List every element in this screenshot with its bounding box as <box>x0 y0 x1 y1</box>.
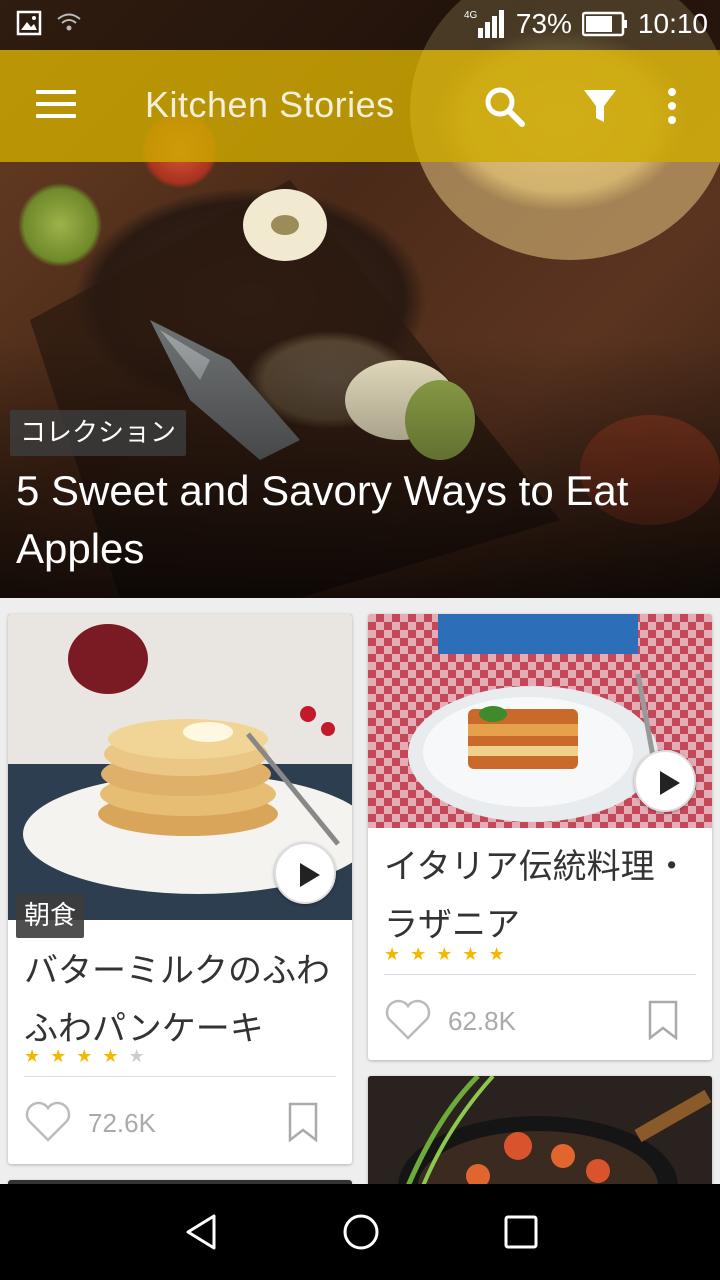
network-type: 4G <box>464 10 478 21</box>
recipe-card[interactable]: 朝食 バターミルクのふわふわパンケーキ ★★★★★ 72.6K <box>8 614 352 1164</box>
rating-stars: ★★★★★ <box>24 1046 155 1067</box>
category-badge: 朝食 <box>16 894 85 938</box>
divider <box>24 1076 336 1077</box>
collection-badge: コレクション <box>10 410 187 456</box>
more-vert-icon[interactable] <box>648 82 696 130</box>
heart-icon[interactable] <box>24 1100 72 1142</box>
status-bar: 4G 73% 10:10 <box>0 0 720 50</box>
recipe-photo <box>368 1076 712 1186</box>
recipe-card[interactable]: イタリア伝統料理・ラザニア ★★★★★ 62.8K <box>368 614 712 1060</box>
recipe-card[interactable] <box>368 1076 712 1186</box>
battery-icon <box>581 11 627 37</box>
divider <box>384 974 696 975</box>
clock: 10:10 <box>637 8 708 39</box>
bookmark-icon[interactable] <box>288 1102 318 1142</box>
search-icon[interactable] <box>480 82 528 130</box>
recents-icon[interactable] <box>501 1212 541 1252</box>
filter-icon[interactable] <box>576 82 624 130</box>
hero-title[interactable]: 5 Sweet and Savory Ways to Eat Apples <box>16 462 706 578</box>
home-icon[interactable] <box>341 1212 381 1252</box>
recipe-title: イタリア伝統料理・ラザニア <box>384 847 689 945</box>
like-count: 72.6K <box>88 1108 156 1138</box>
signal-icon: 4G <box>464 10 504 38</box>
rating-stars: ★★★★★ <box>384 944 515 965</box>
bookmark-icon[interactable] <box>648 1000 678 1040</box>
menu-icon[interactable] <box>36 90 76 122</box>
like-count: 62.8K <box>448 1006 516 1036</box>
wifi-icon <box>57 13 81 31</box>
image-icon <box>16 10 42 36</box>
play-video-button[interactable] <box>274 842 336 904</box>
battery-percent: 73% <box>515 8 572 39</box>
app-title: Kitchen Stories <box>145 84 395 125</box>
back-icon[interactable] <box>182 1212 222 1252</box>
recipe-title: バターミルクのふわふわパンケーキ <box>24 951 330 1049</box>
app-toolbar: Kitchen Stories <box>0 50 720 162</box>
play-video-button[interactable] <box>634 750 696 812</box>
system-nav-bar <box>0 1184 720 1280</box>
heart-icon[interactable] <box>384 998 432 1040</box>
